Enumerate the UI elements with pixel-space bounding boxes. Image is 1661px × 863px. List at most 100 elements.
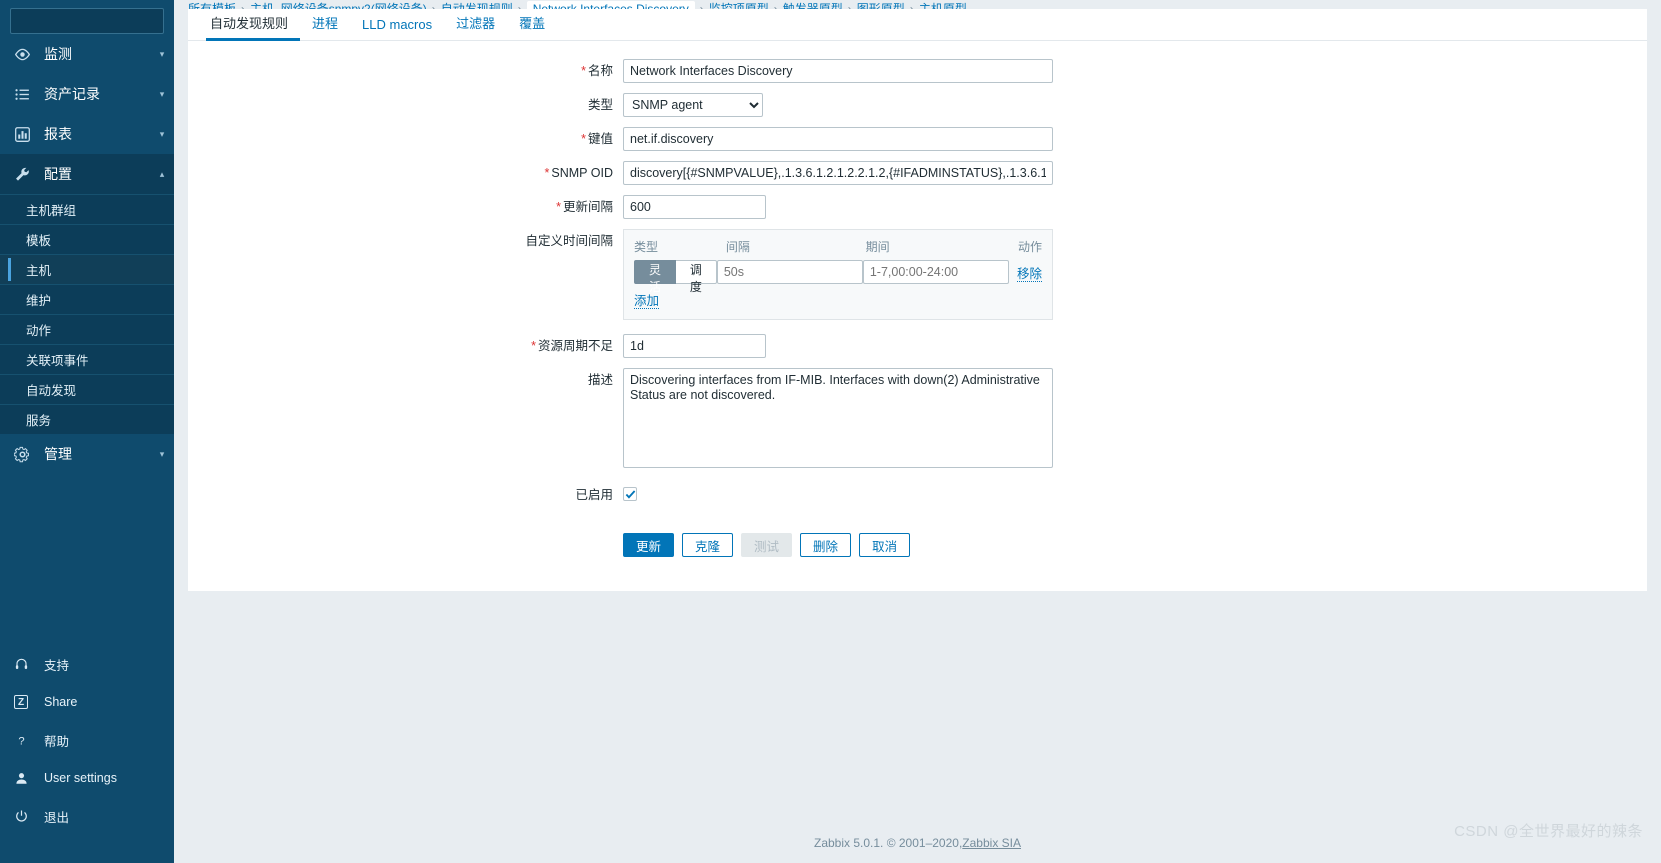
form-row-description: 描述 Discovering interfaces from IF-MIB. I… <box>188 368 1647 471</box>
name-input[interactable] <box>623 59 1053 83</box>
question-icon: ? <box>14 733 44 748</box>
tab-discovery-rule[interactable]: 自动发现规则 <box>206 13 301 41</box>
sidebar-item-user-settings[interactable]: User settings <box>0 759 174 797</box>
sidebar-item-signout[interactable]: 退出 <box>0 797 174 835</box>
chevron-down-icon[interactable]: ▾ <box>150 449 174 460</box>
sidebar-item-host-groups[interactable]: 主机群组 <box>0 194 174 224</box>
update-button[interactable]: 更新 <box>623 533 675 557</box>
breadcrumb-separator: › <box>773 2 778 9</box>
sidebar-group-label: 监测 <box>44 46 72 62</box>
sidebar-bottom-menu: 支持 Z Share ? 帮助 User settings 退出 <box>0 645 174 835</box>
breadcrumb-item[interactable]: 图形原型 <box>857 2 905 9</box>
sidebar-item-help[interactable]: ? 帮助 <box>0 721 174 759</box>
label-text: 已启用 <box>575 488 613 502</box>
name-label: * 名称 <box>188 59 623 83</box>
sidebar-item-discovery[interactable]: 自动发现 <box>0 374 174 404</box>
add-interval-link[interactable]: 添加 <box>634 294 660 309</box>
clone-button[interactable]: 克隆 <box>682 533 734 557</box>
sidebar-group-inventory[interactable]: 资产记录 ▾ <box>0 74 174 114</box>
breadcrumb-item[interactable]: 主机原型 <box>919 2 967 9</box>
interval-input[interactable] <box>716 260 863 284</box>
label-text: 自定义时间间隔 <box>525 234 613 248</box>
sidebar-group-monitoring[interactable]: 监测 ▾ <box>0 34 174 74</box>
breadcrumb-item[interactable]: 所有模板 <box>188 2 236 9</box>
update-interval-field-wrap <box>623 195 1647 219</box>
tab-label: 过滤器 <box>456 16 496 31</box>
cancel-button[interactable]: 取消 <box>859 533 911 557</box>
sidebar-item-templates[interactable]: 模板 <box>0 224 174 254</box>
chart-icon <box>14 126 44 143</box>
required-marker: * <box>581 64 586 78</box>
enabled-field-wrap <box>623 483 1647 503</box>
zabbix-z-icon: Z <box>14 695 44 709</box>
type-field-wrap: SNMP agent <box>623 93 1647 117</box>
breadcrumb-item[interactable]: 主机_网络设备snmpv2(网络设备) <box>250 2 427 9</box>
footer-link[interactable]: Zabbix SIA <box>962 836 1021 850</box>
sidebar-item-label: 退出 <box>44 810 70 825</box>
discovery-rule-form: *名称 类型 SNMP agent *键值 <box>188 41 1647 591</box>
key-input[interactable] <box>623 127 1053 151</box>
sidebar-item-label: 维护 <box>26 294 52 308</box>
breadcrumb-item[interactable]: 自动发现规则 <box>441 2 513 9</box>
required-marker: * <box>556 200 561 214</box>
chevron-down-icon[interactable]: ▾ <box>150 49 174 60</box>
description-textarea[interactable]: Discovering interfaces from IF-MIB. Inte… <box>623 368 1053 468</box>
form-button-row: 更新 克隆 测试 删除 取消 <box>623 533 1647 557</box>
snmp-oid-input[interactable] <box>623 161 1053 185</box>
sidebar-group-label: 配置 <box>44 166 72 182</box>
form-row-custom-intervals: 自定义时间间隔 类型 间隔 期间 动作 灵活 调度 50s 1-7,00:00-… <box>188 229 1647 320</box>
sidebar-item-hosts[interactable]: 主机 <box>0 254 174 284</box>
sidebar-group-label: 资产记录 <box>44 86 100 102</box>
sidebar-group-configuration[interactable]: 配置 ▴ <box>0 154 174 194</box>
chevron-up-icon[interactable]: ▴ <box>150 169 174 180</box>
app-root: 监测 ▾ 资产记录 ▾ 报表 ▾ 配置 ▴ 主机群组 模板 主机 维护 动作 关… <box>0 0 1661 863</box>
tab-preprocessing[interactable]: 进程 <box>300 13 350 40</box>
sidebar-group-reports[interactable]: 报表 ▾ <box>0 114 174 154</box>
custom-interval-row: 灵活 调度 50s 1-7,00:00-24:00 移除 <box>634 260 1042 294</box>
sidebar-item-label: 关联项事件 <box>26 354 89 368</box>
sidebar-group-label: 报表 <box>44 126 72 142</box>
tab-filters[interactable]: 过滤器 <box>444 13 507 40</box>
sidebar-item-label: User settings <box>44 771 117 785</box>
form-row-type: 类型 SNMP agent <box>188 93 1647 117</box>
update-interval-input[interactable] <box>623 195 766 219</box>
sidebar-item-label: 主机 <box>26 264 52 278</box>
sidebar-item-event-correlation[interactable]: 关联项事件 <box>0 344 174 374</box>
sidebar-item-label: Share <box>44 695 78 709</box>
delete-button[interactable]: 删除 <box>800 533 852 557</box>
gear-icon <box>14 446 44 463</box>
interval-type-flexible-button[interactable]: 灵活 <box>634 260 676 294</box>
sidebar-item-actions[interactable]: 动作 <box>0 314 174 344</box>
form-row-name: * 名称 <box>188 59 1647 83</box>
label-text: 更新间隔 <box>562 200 613 214</box>
interval-type-scheduling-button[interactable]: 调度 <box>675 260 717 294</box>
sidebar-item-label: 动作 <box>26 324 52 338</box>
search-box[interactable] <box>10 8 190 34</box>
chevron-down-icon[interactable]: ▾ <box>150 129 174 140</box>
sidebar-item-services[interactable]: 服务 <box>0 404 174 434</box>
breadcrumb-separator: › <box>241 2 246 9</box>
enabled-checkbox[interactable] <box>623 487 637 501</box>
lifetime-label: * 资源周期不足 <box>188 334 623 358</box>
remove-interval-link[interactable]: 移除 <box>1016 266 1042 282</box>
svg-text:?: ? <box>18 735 24 747</box>
breadcrumb-item-current[interactable]: Network Interfaces Discovery <box>526 1 695 9</box>
sidebar-item-support[interactable]: 支持 <box>0 645 174 683</box>
sidebar-item-share[interactable]: Z Share <box>0 683 174 721</box>
period-input[interactable] <box>862 260 1009 284</box>
form-row-lifetime: * 资源周期不足 <box>188 334 1647 358</box>
custom-intervals-field-wrap: 类型 间隔 期间 动作 灵活 调度 50s 1-7,00:00-24:00 移除… <box>623 229 1647 320</box>
type-select[interactable]: SNMP agent <box>623 93 763 117</box>
chevron-down-icon[interactable]: ▾ <box>150 89 174 100</box>
sidebar: 监测 ▾ 资产记录 ▾ 报表 ▾ 配置 ▴ 主机群组 模板 主机 维护 动作 关… <box>0 0 190 863</box>
sidebar-item-maintenance[interactable]: 维护 <box>0 284 174 314</box>
tab-overrides[interactable]: 覆盖 <box>507 13 557 40</box>
breadcrumb-item[interactable]: 监控项原型 <box>709 2 769 9</box>
lifetime-input[interactable] <box>623 334 766 358</box>
sidebar-group-administration[interactable]: 管理 ▾ <box>0 434 174 474</box>
lifetime-field-wrap <box>623 334 1647 358</box>
tab-lld-macros[interactable]: LLD macros <box>350 17 444 40</box>
label-text: 类型 <box>587 98 613 112</box>
search-input[interactable] <box>17 13 176 29</box>
breadcrumb-item[interactable]: 触发器原型 <box>783 2 843 9</box>
